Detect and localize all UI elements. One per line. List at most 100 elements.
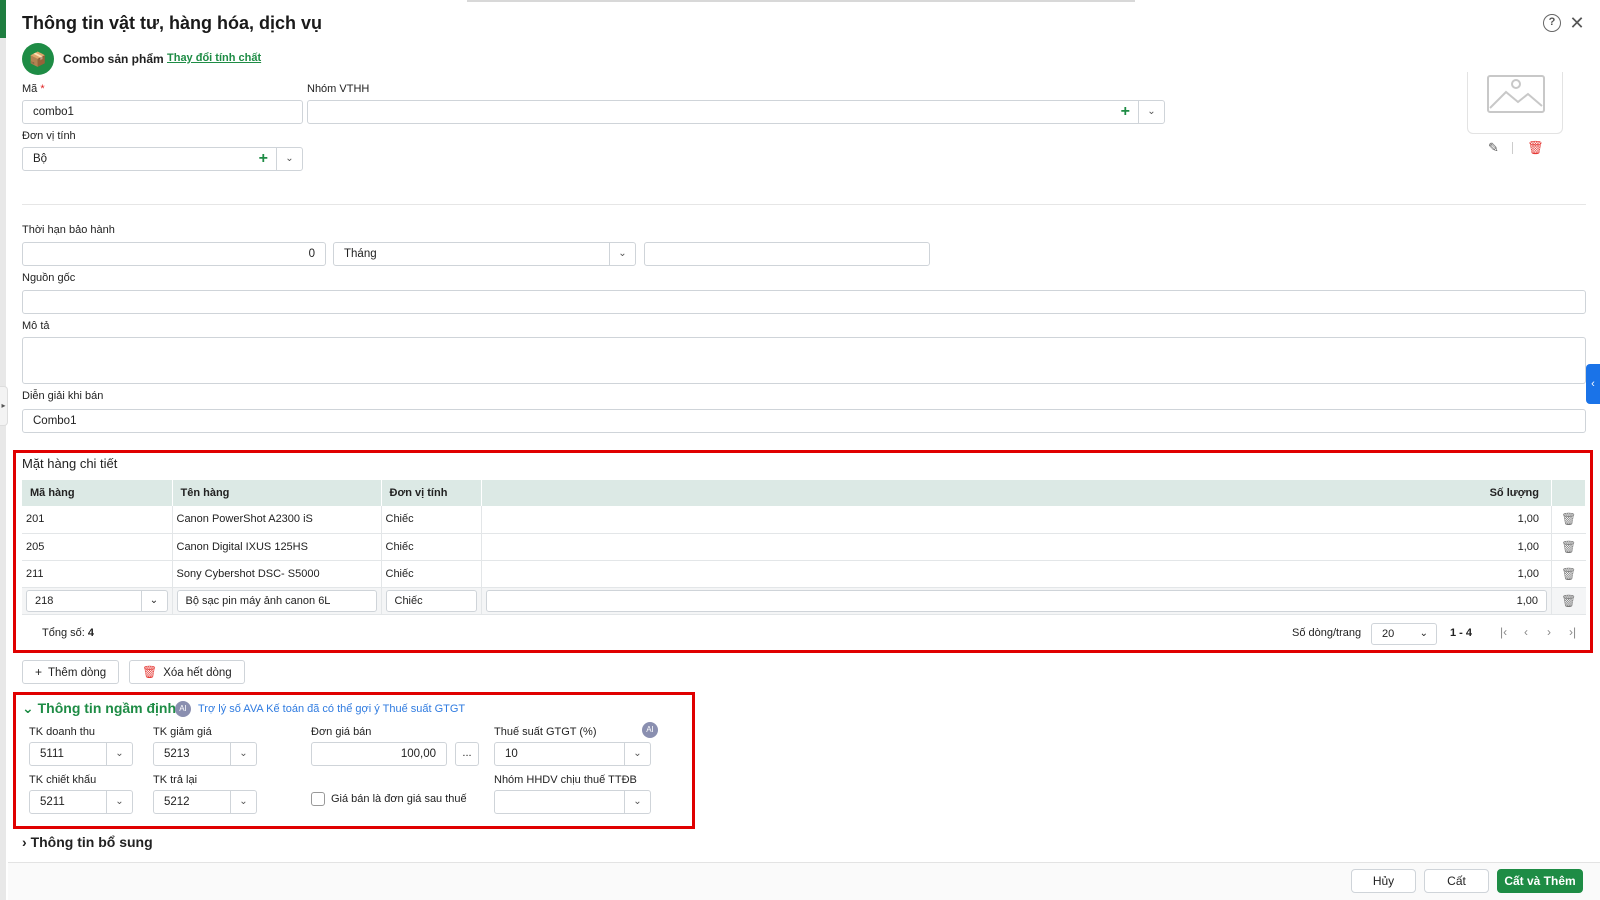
cell-unit[interactable]: Chiếc bbox=[381, 533, 482, 561]
chevron-down-icon[interactable]: ⌄ bbox=[276, 148, 302, 170]
origin-label: Nguồn gốc bbox=[22, 272, 76, 284]
group-select[interactable]: + ⌄ bbox=[307, 100, 1165, 124]
vat-rate-select[interactable]: 10 ⌄ bbox=[494, 742, 651, 766]
clear-rows-button[interactable]: 🗑 Xóa hết dòng bbox=[129, 660, 245, 684]
close-icon[interactable]: ✕ bbox=[1568, 14, 1586, 32]
cell-qty[interactable]: 1,00 bbox=[481, 533, 1552, 561]
ava-hint-link[interactable]: Trợ lý số AVA Kế toán đã có thể gợi ý Th… bbox=[198, 703, 465, 715]
cell-name[interactable]: Canon Digital IXUS 125HS bbox=[172, 533, 382, 561]
cell-name[interactable]: Canon PowerShot A2300 iS bbox=[172, 506, 382, 534]
sale-description-input[interactable]: Combo1 bbox=[22, 409, 1586, 433]
chevron-down-icon[interactable]: ⌄ bbox=[1138, 101, 1164, 123]
delete-row-icon[interactable]: 🗑 bbox=[1551, 587, 1586, 615]
after-tax-label: Giá bán là đơn giá sau thuế bbox=[331, 793, 467, 805]
column-header-unit[interactable]: Đơn vị tính bbox=[381, 480, 482, 506]
cell-unit[interactable]: Chiếc bbox=[381, 560, 482, 588]
qty-input[interactable]: 1,00 bbox=[485, 589, 1547, 612]
code-combobox[interactable]: 218 ⌄ bbox=[26, 589, 168, 612]
delete-row-icon[interactable]: 🗑 bbox=[1551, 560, 1586, 588]
edit-image-icon[interactable]: ✎ bbox=[1488, 140, 1499, 156]
trash-icon: 🗑 bbox=[142, 665, 158, 679]
cell-name[interactable]: Sony Cybershot DSC- S5000 bbox=[172, 560, 382, 588]
column-header-name[interactable]: Tên hàng bbox=[172, 480, 382, 506]
excise-group-select[interactable]: ⌄ bbox=[494, 790, 651, 814]
delete-image-icon[interactable]: 🗑 bbox=[1527, 140, 1544, 156]
rebate-account-label: TK chiết khấu bbox=[29, 774, 97, 786]
chevron-down-icon[interactable]: ⌄ bbox=[624, 743, 650, 765]
cell-qty[interactable]: 1,00 bbox=[481, 506, 1552, 534]
column-header-actions bbox=[1551, 480, 1586, 506]
discount-account-select[interactable]: 5213 ⌄ bbox=[153, 742, 257, 766]
cell-qty-editor[interactable]: 1,00 bbox=[481, 587, 1552, 615]
page-range: 1 - 4 bbox=[1450, 627, 1473, 639]
cell-code[interactable]: 205 bbox=[22, 533, 173, 561]
left-gutter bbox=[0, 38, 6, 900]
question-circle-icon[interactable]: ? bbox=[1543, 14, 1561, 32]
cancel-button[interactable]: Hủy bbox=[1351, 869, 1416, 893]
column-header-qty[interactable]: Số lượng bbox=[481, 480, 1552, 506]
description-textarea[interactable] bbox=[22, 337, 1586, 384]
change-kind-link[interactable]: Thay đổi tính chất bbox=[167, 52, 261, 64]
first-page-icon[interactable]: |‹ bbox=[1500, 625, 1507, 639]
chevron-down-icon[interactable]: ⌄ bbox=[140, 590, 167, 611]
revenue-account-select[interactable]: 5111 ⌄ bbox=[29, 742, 133, 766]
dialog-title: Thông tin vật tư, hàng hóa, dịch vụ bbox=[22, 13, 323, 33]
chevron-down-icon[interactable]: ⌄ bbox=[1420, 624, 1428, 644]
name-input[interactable]: Bộ sạc pin máy ảnh canon 6L bbox=[176, 589, 377, 612]
sale-price-input[interactable]: 100,00 bbox=[311, 742, 447, 766]
product-image[interactable] bbox=[1467, 72, 1563, 134]
add-group-icon[interactable]: + bbox=[1121, 101, 1130, 123]
add-unit-icon[interactable]: + bbox=[259, 148, 268, 170]
detail-table: Mã hàng Tên hàng Đơn vị tính Số lượng 20… bbox=[22, 480, 1586, 615]
cell-unit[interactable]: Chiếc bbox=[381, 506, 482, 534]
cell-unit-editor[interactable]: Chiếc bbox=[381, 587, 482, 615]
combo-product-icon: 📦 bbox=[22, 43, 54, 75]
cell-qty[interactable]: 1,00 bbox=[481, 560, 1552, 588]
group-label: Nhóm VTHH bbox=[307, 83, 370, 95]
code-input[interactable]: combo1 bbox=[22, 100, 303, 124]
table-row[interactable]: 201 Canon PowerShot A2300 iS Chiếc 1,00 … bbox=[22, 506, 1586, 534]
table-row[interactable]: 211 Sony Cybershot DSC- S5000 Chiếc 1,00… bbox=[22, 560, 1586, 588]
unit-input[interactable]: Chiếc bbox=[385, 589, 477, 612]
delete-row-icon[interactable]: 🗑 bbox=[1551, 506, 1586, 534]
column-header-code[interactable]: Mã hàng bbox=[22, 480, 173, 506]
unit-select[interactable]: Bộ + ⌄ bbox=[22, 147, 303, 171]
ava-assistant-icon[interactable]: AI bbox=[642, 722, 658, 738]
save-button[interactable]: Cất bbox=[1424, 869, 1489, 893]
return-account-select[interactable]: 5212 ⌄ bbox=[153, 790, 257, 814]
chevron-down-icon[interactable]: ⌄ bbox=[230, 791, 256, 813]
table-header-row: Mã hàng Tên hàng Đơn vị tính Số lượng bbox=[22, 480, 1586, 506]
description-label: Mô tả bbox=[22, 320, 50, 332]
chevron-down-icon[interactable]: ⌄ bbox=[624, 791, 650, 813]
prev-page-icon[interactable]: ‹ bbox=[1524, 625, 1528, 639]
add-row-button[interactable]: + Thêm dòng bbox=[22, 660, 120, 684]
chevron-down-icon[interactable]: ⌄ bbox=[106, 791, 132, 813]
table-row[interactable]: 205 Canon Digital IXUS 125HS Chiếc 1,00 … bbox=[22, 533, 1586, 561]
extra-section-title[interactable]: › Thông tin bổ sung bbox=[22, 834, 153, 850]
cell-name-editor[interactable]: Bộ sạc pin máy ảnh canon 6L bbox=[172, 587, 382, 615]
price-more-button[interactable]: ... bbox=[455, 742, 479, 766]
next-page-icon[interactable]: › bbox=[1547, 625, 1551, 639]
delete-row-icon[interactable]: 🗑 bbox=[1551, 533, 1586, 561]
rows-per-page-select[interactable]: 20 ⌄ bbox=[1371, 623, 1437, 645]
chevron-down-icon[interactable]: ⌄ bbox=[230, 743, 256, 765]
chevron-down-icon[interactable]: ⌄ bbox=[609, 243, 635, 265]
last-page-icon[interactable]: ›| bbox=[1569, 625, 1576, 639]
collapse-panel-tab[interactable]: ‹ bbox=[1586, 364, 1600, 404]
code-label: Mã * bbox=[22, 83, 45, 95]
rebate-account-select[interactable]: 5211 ⌄ bbox=[29, 790, 133, 814]
warranty-extra-input[interactable] bbox=[644, 242, 930, 266]
cell-code[interactable]: 201 bbox=[22, 506, 173, 534]
defaults-section-title[interactable]: ⌄ Thông tin ngầm định bbox=[22, 700, 176, 717]
after-tax-checkbox[interactable] bbox=[311, 792, 325, 806]
table-row-editing[interactable]: 218 ⌄ Bộ sạc pin máy ảnh canon 6L Chiếc 1… bbox=[22, 587, 1586, 615]
save-and-add-button[interactable]: Cất và Thêm bbox=[1497, 869, 1583, 893]
cell-code[interactable]: 211 bbox=[22, 560, 173, 588]
chevron-down-icon[interactable]: ⌄ bbox=[106, 743, 132, 765]
warranty-input[interactable]: 0 bbox=[22, 242, 326, 266]
expand-left-handle[interactable]: ▸ bbox=[0, 386, 8, 426]
warranty-unit-select[interactable]: Tháng ⌄ bbox=[333, 242, 636, 266]
cell-code-editor[interactable]: 218 ⌄ bbox=[22, 587, 173, 615]
origin-input[interactable] bbox=[22, 290, 1586, 314]
item-kind-label: Combo sản phẩm bbox=[63, 52, 164, 66]
